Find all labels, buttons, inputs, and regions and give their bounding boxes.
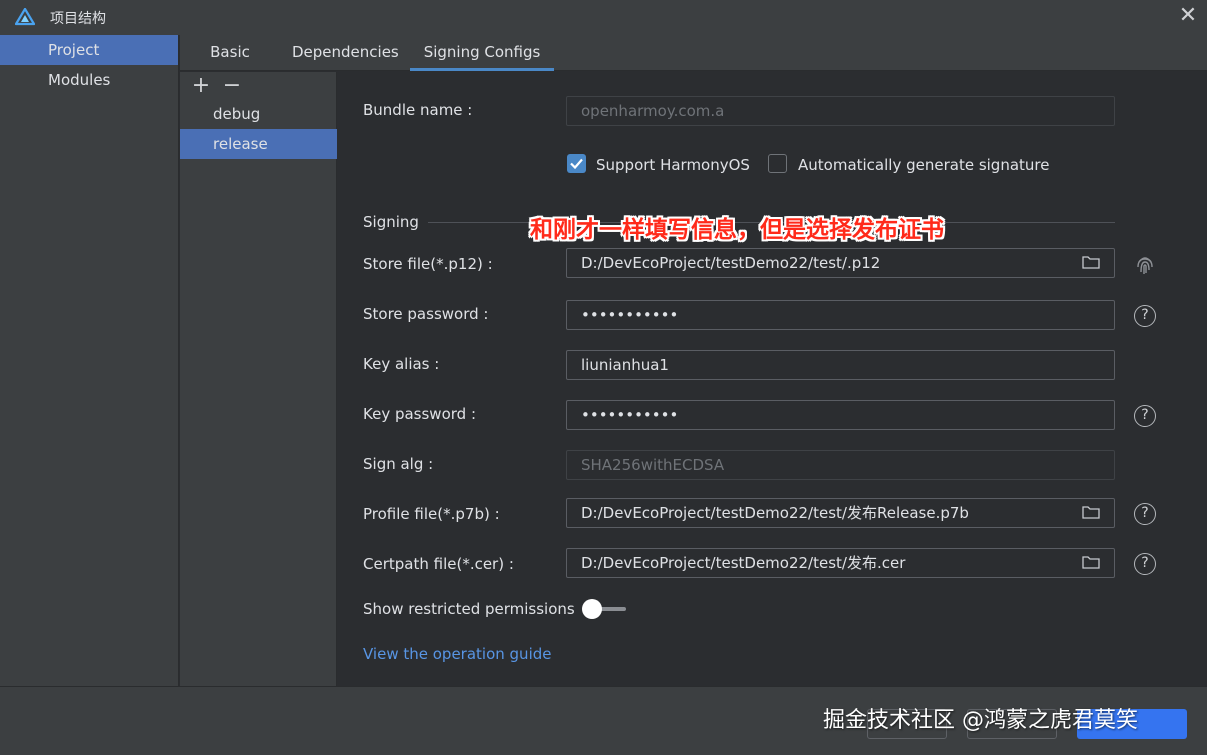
deveco-logo-icon <box>15 8 35 26</box>
operation-guide-link[interactable]: View the operation guide <box>363 645 551 663</box>
folder-icon[interactable] <box>1082 255 1100 269</box>
certpath-file-label: Certpath file(*.cer) : <box>363 555 514 573</box>
folder-icon[interactable] <box>1082 505 1100 519</box>
remove-config-button[interactable]: − <box>222 75 242 97</box>
tab-basic-info[interactable]: Basic Info <box>194 35 266 95</box>
profile-file-help-icon[interactable]: ? <box>1134 503 1156 525</box>
tab-signing-configs[interactable]: Signing Configs <box>410 35 554 71</box>
key-password-field[interactable]: ••••••••••• <box>566 400 1115 430</box>
sign-alg-label: Sign alg : <box>363 455 434 473</box>
certpath-file-value: D:/DevEcoProject/testDemo22/test/发布.cer <box>581 554 906 572</box>
store-file-label: Store file(*.p12) : <box>363 255 493 273</box>
fingerprint-icon[interactable] <box>1134 254 1156 276</box>
key-alias-field[interactable]: liunianhua1 <box>566 350 1115 380</box>
key-alias-label: Key alias : <box>363 355 440 373</box>
watermark-text: 掘金技术社区 @鸿蒙之虎君莫笑 <box>823 708 1138 733</box>
sidebar-item-modules[interactable]: Modules <box>0 65 178 95</box>
auto-signature-checkbox[interactable] <box>768 154 787 173</box>
bundle-name-label: Bundle name : <box>363 101 473 119</box>
tab-dependencies[interactable]: Dependencies <box>292 35 399 71</box>
folder-icon[interactable] <box>1082 555 1100 569</box>
close-button[interactable]: ✕ <box>1176 4 1200 28</box>
store-file-field[interactable]: D:/DevEcoProject/testDemo22/test/.p12 <box>566 248 1115 278</box>
toggle-knob <box>582 599 602 619</box>
dialog-footer: 掘金技术社区 @鸿蒙之虎君莫笑 <box>0 686 1207 755</box>
config-list: + − debug release <box>180 72 337 686</box>
config-item-release[interactable]: release <box>180 129 337 159</box>
profile-file-label: Profile file(*.p7b) : <box>363 505 500 523</box>
checkmark-icon <box>570 158 583 170</box>
store-password-field[interactable]: ••••••••••• <box>566 300 1115 330</box>
certpath-file-help-icon[interactable]: ? <box>1134 553 1156 575</box>
profile-file-field[interactable]: D:/DevEcoProject/testDemo22/test/发布Relea… <box>566 498 1115 528</box>
show-restricted-label: Show restricted permissions <box>363 600 575 618</box>
store-password-label: Store password : <box>363 305 489 323</box>
config-item-debug[interactable]: debug <box>180 99 337 129</box>
bundle-name-field[interactable]: openharmoy.com.a <box>566 96 1115 126</box>
annotation-text: 和刚才一样填写信息，但是选择发布证书 <box>530 217 944 243</box>
window-title: 项目结构 <box>50 11 106 27</box>
store-password-help-icon[interactable]: ? <box>1134 305 1156 327</box>
add-config-button[interactable]: + <box>191 75 211 97</box>
key-password-help-icon[interactable]: ? <box>1134 405 1156 427</box>
title-bar: 项目结构 ✕ <box>0 0 1207 35</box>
show-restricted-toggle[interactable] <box>582 599 626 619</box>
certpath-file-field[interactable]: D:/DevEcoProject/testDemo22/test/发布.cer <box>566 548 1115 578</box>
support-harmonyos-checkbox[interactable] <box>567 154 586 173</box>
store-file-value: D:/DevEcoProject/testDemo22/test/.p12 <box>581 254 881 272</box>
tab-bar: Basic Info Dependencies Signing Configs <box>180 35 1207 95</box>
profile-file-value: D:/DevEcoProject/testDemo22/test/发布Relea… <box>581 504 969 522</box>
signing-form: Bundle name : openharmoy.com.a Support H… <box>338 72 1207 686</box>
sidebar: Project Modules <box>0 35 179 686</box>
signing-section-label: Signing <box>363 213 419 231</box>
key-password-label: Key password : <box>363 405 476 423</box>
sign-alg-field[interactable]: SHA256withECDSA <box>566 450 1115 480</box>
auto-signature-label: Automatically generate signature <box>798 156 1050 174</box>
sidebar-item-project[interactable]: Project <box>0 35 178 65</box>
support-harmonyos-label: Support HarmonyOS <box>596 156 750 174</box>
